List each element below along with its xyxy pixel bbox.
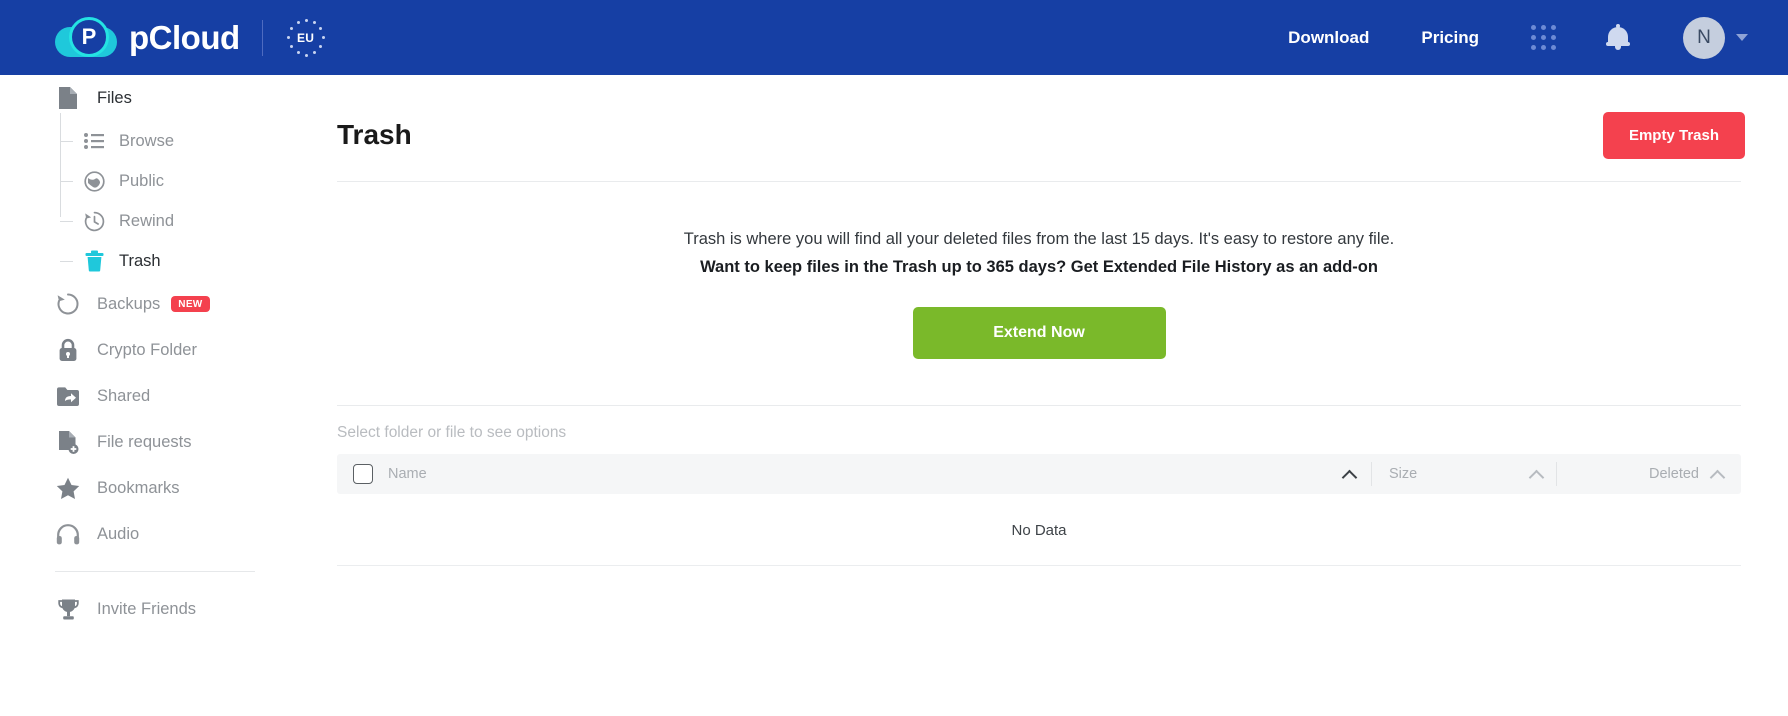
column-deleted[interactable]: Deleted	[1556, 454, 1741, 494]
lock-icon	[55, 337, 81, 363]
sidebar-item-browse[interactable]: Browse	[0, 121, 290, 161]
sidebar-item-public[interactable]: Public	[0, 161, 290, 201]
eu-badge-icon: EU	[285, 17, 327, 59]
sidebar-item-backups[interactable]: Backups NEW	[0, 281, 290, 327]
sidebar-item-label: Crypto Folder	[97, 340, 197, 359]
sidebar-item-label: Trash	[119, 251, 161, 270]
trash-file-table: Name Size Deleted No Data	[337, 454, 1741, 566]
trash-icon	[83, 250, 105, 272]
chevron-up-icon[interactable]	[1343, 468, 1355, 480]
page-title: Trash	[337, 119, 412, 150]
sidebar-item-label: Browse	[119, 131, 175, 150]
promo-description: Trash is where you will find all your de…	[683, 230, 1395, 248]
clock-rewind-icon	[83, 210, 105, 232]
top-header-bar: P pCloud EU Download Pricing N	[0, 0, 1788, 75]
chevron-up-icon[interactable]	[1530, 468, 1542, 480]
empty-state-message: No Data	[337, 494, 1741, 566]
notification-bell-icon[interactable]	[1605, 23, 1631, 53]
list-icon	[83, 130, 105, 152]
sidebar-item-label: Shared	[97, 386, 151, 405]
sidebar-item-crypto-folder[interactable]: Crypto Folder	[0, 327, 290, 373]
star-icon	[55, 475, 81, 501]
avatar: N	[1683, 16, 1725, 59]
column-separator	[1371, 462, 1372, 486]
sidebar-item-label: Backups	[97, 294, 161, 313]
table-header-row: Name Size Deleted	[337, 454, 1741, 494]
trophy-icon	[55, 596, 81, 622]
promo-offer: Want to keep files in the Trash up to 36…	[700, 258, 1378, 276]
select-all-checkbox[interactable]	[353, 464, 373, 484]
brand-divider	[261, 19, 263, 56]
sidebar-files-subtree: Browse Public Rewind Trash	[0, 113, 290, 281]
sidebar: Files Browse Public Rewind Trash Backups…	[0, 75, 290, 716]
main-content: Trash Empty Trash Trash is where you wil…	[290, 75, 1788, 716]
column-header-label: Name	[388, 466, 427, 482]
sidebar-item-file-requests[interactable]: File requests	[0, 419, 290, 465]
file-icon	[55, 85, 81, 111]
sidebar-item-bookmarks[interactable]: Bookmarks	[0, 465, 290, 511]
file-plus-icon	[55, 429, 81, 455]
column-header-label: Size	[1389, 466, 1418, 482]
sidebar-item-rewind[interactable]: Rewind	[0, 201, 290, 241]
sidebar-item-files[interactable]: Files	[0, 75, 290, 121]
column-name[interactable]: Name	[337, 454, 1371, 494]
logo-letter: P	[81, 23, 97, 49]
sidebar-item-label: Rewind	[119, 211, 175, 230]
nav-download-link[interactable]: Download	[1288, 28, 1369, 48]
sidebar-item-shared[interactable]: Shared	[0, 373, 290, 419]
extended-history-promo: Trash is where you will find all your de…	[290, 182, 1788, 359]
sidebar-item-label: Public	[119, 171, 164, 190]
status-badge-new: NEW	[171, 296, 210, 312]
sidebar-item-label: Files	[97, 88, 132, 107]
user-menu[interactable]: N	[1683, 16, 1748, 59]
sidebar-divider	[55, 571, 255, 572]
sidebar-item-trash[interactable]: Trash	[0, 241, 290, 281]
chevron-down-icon[interactable]	[1736, 34, 1748, 41]
globe-icon	[83, 170, 105, 192]
sidebar-item-audio[interactable]: Audio	[0, 511, 290, 557]
column-separator	[1556, 462, 1557, 486]
headphones-icon	[55, 521, 81, 547]
pcloud-cloud-logo-icon: P	[55, 15, 117, 61]
selection-hint: Select folder or file to see options	[337, 424, 567, 441]
sidebar-item-label: Invite Friends	[97, 599, 197, 618]
column-header-label: Deleted	[1649, 466, 1699, 482]
backup-rewind-icon	[55, 291, 81, 317]
sidebar-item-invite-friends[interactable]: Invite Friends	[0, 586, 290, 632]
sidebar-item-label: Audio	[97, 524, 140, 543]
brand-logo[interactable]: P pCloud EU	[55, 15, 327, 61]
chevron-up-icon[interactable]	[1711, 468, 1723, 480]
nav-pricing-link[interactable]: Pricing	[1421, 28, 1479, 48]
top-nav-right: Download Pricing N	[1288, 16, 1748, 59]
sidebar-item-label: File requests	[97, 432, 192, 451]
brand-name: pCloud	[129, 18, 240, 56]
pcloud-app: P pCloud EU Download Pricing N Files Bro…	[0, 0, 1788, 716]
page-header: Trash Empty Trash	[290, 75, 1788, 175]
shared-folder-icon	[55, 383, 81, 409]
extend-now-button[interactable]: Extend Now	[912, 307, 1166, 359]
column-size[interactable]: Size	[1371, 454, 1556, 494]
apps-grid-icon[interactable]	[1531, 24, 1557, 51]
empty-trash-button[interactable]: Empty Trash	[1602, 111, 1745, 159]
sidebar-item-label: Bookmarks	[97, 478, 180, 497]
